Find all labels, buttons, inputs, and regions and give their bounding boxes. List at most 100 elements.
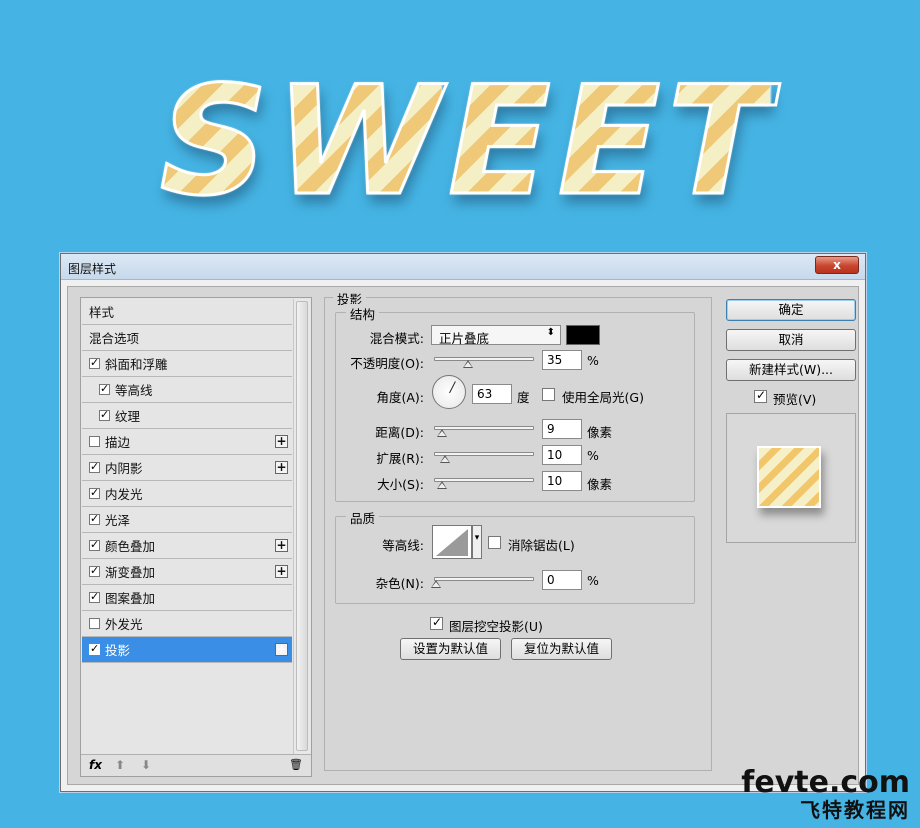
style-list-item-label: 描边 [105,435,131,450]
scrollbar-thumb[interactable] [296,301,308,751]
spread-input[interactable]: 10 [542,445,582,465]
hero-letter: S [160,55,269,229]
blend-mode-select[interactable]: 正片叠底 ⬍ [431,325,561,346]
noise-label: 杂色(N): [375,576,424,591]
opacity-slider[interactable] [434,357,534,368]
style-list-scrollbar[interactable] [293,299,310,755]
noise-slider[interactable] [431,577,534,588]
style-list-item[interactable]: 内阴影 + [82,455,292,481]
style-list-footer: fx ⬆ ⬇ 🗑 [81,754,311,776]
dialog-titlebar[interactable]: 图层样式 x [61,254,865,280]
size-input[interactable]: 10 [542,471,582,491]
style-list-item[interactable]: 等高线 [82,377,292,403]
distance-input[interactable]: 9 [542,419,582,439]
fx-icon[interactable]: fx [89,758,102,772]
add-icon[interactable]: + [275,565,288,578]
style-checkbox[interactable] [89,538,100,551]
angle-input[interactable]: 63 [472,384,512,404]
style-list-item[interactable]: 混合选项 [82,325,292,351]
opacity-input[interactable]: 35 [542,350,582,370]
style-checkbox[interactable] [89,590,100,603]
angle-label: 角度(A): [376,390,424,405]
chevron-down-icon: ▾ [474,533,480,543]
style-list-item[interactable]: 图案叠加 [82,585,292,611]
hero-letter: E [448,55,551,229]
close-button[interactable]: x [815,256,859,274]
size-slider[interactable] [434,478,534,489]
add-icon[interactable]: + [275,643,288,656]
add-icon[interactable]: + [275,435,288,448]
style-list-item[interactable]: 光泽 [82,507,292,533]
contour-dropdown[interactable]: ▾ [472,525,482,559]
style-checkbox[interactable] [89,436,100,447]
drop-shadow-panel: 投影 结构 混合模式: 正片叠底 ⬍ 不透明度(O): 35 % 角度(A): … [324,289,712,771]
quality-title: 品质 [346,508,380,527]
hero-letter: T [667,55,770,229]
spread-unit: % [587,448,599,463]
add-icon[interactable]: + [275,461,288,474]
style-checkbox[interactable] [89,512,100,525]
style-checkbox[interactable] [89,618,100,629]
size-unit: 像素 [587,477,613,492]
style-list-item[interactable]: 描边 + [82,429,292,455]
style-checkbox[interactable] [89,642,100,655]
style-list-item[interactable]: 样式 [82,299,292,325]
style-checkbox[interactable] [99,408,110,421]
ok-button[interactable]: 确定 [726,299,856,321]
style-list-item-label: 投影 [105,643,131,658]
preview-checkbox[interactable] [754,388,767,403]
linear-contour-icon [436,529,468,556]
style-checkbox[interactable] [89,564,100,577]
style-list-item[interactable]: 渐变叠加 + [82,559,292,585]
cancel-button[interactable]: 取消 [726,329,856,351]
slider-knob[interactable] [431,580,441,588]
style-list-item[interactable]: 内发光 [82,481,292,507]
slider-knob[interactable] [463,360,473,368]
style-list: 样式混合选项斜面和浮雕等高线纹理描边 + 内阴影 + 内发光光泽颜色叠加 + 渐变叠加 + 图案… [80,297,312,777]
noise-input[interactable]: 0 [542,570,582,590]
shadow-color-swatch[interactable] [566,325,600,345]
distance-slider[interactable] [434,426,534,437]
add-icon[interactable]: + [275,539,288,552]
style-list-rows: 样式混合选项斜面和浮雕等高线纹理描边 + 内阴影 + 内发光光泽颜色叠加 + 渐变叠加 + 图案… [82,299,292,663]
global-light-checkbox[interactable] [542,388,555,401]
watermark: fevte.com 飞特教程网 [741,768,910,823]
style-list-item[interactable]: 颜色叠加 + [82,533,292,559]
move-up-icon[interactable]: ⬆ [115,758,125,772]
slider-knob[interactable] [437,481,447,489]
style-checkbox[interactable] [89,356,100,369]
slider-knob[interactable] [437,429,447,437]
distance-unit: 像素 [587,425,613,440]
distance-label: 距离(D): [375,425,424,440]
sweet-artwork: S W E E T [160,62,770,222]
watermark-site-name: 飞特教程网 [800,798,910,822]
style-checkbox[interactable] [89,486,100,499]
style-list-item-label: 颜色叠加 [105,539,156,554]
angle-dial[interactable] [432,375,466,409]
style-list-item-label: 光泽 [105,513,131,528]
angle-dial-hand [449,381,456,394]
hero-letter: W [275,55,441,229]
style-list-item[interactable]: 外发光 [82,611,292,637]
make-default-button[interactable]: 设置为默认值 [400,638,501,660]
spread-slider[interactable] [434,452,534,463]
trash-icon[interactable]: 🗑 [289,758,303,771]
layer-style-dialog: 图层样式 x 样式混合选项斜面和浮雕等高线纹理描边 + 内阴影 + 内发光光泽颜色叠加 +… [60,253,866,792]
new-style-button[interactable]: 新建样式(W)... [726,359,856,381]
knockout-checkbox[interactable] [430,615,443,630]
style-list-item[interactable]: 斜面和浮雕 [82,351,292,377]
move-down-icon[interactable]: ⬇ [141,758,151,772]
style-list-item-label: 混合选项 [89,331,140,346]
style-list-item[interactable]: 投影 + [82,637,292,663]
style-list-item[interactable]: 纹理 [82,403,292,429]
style-checkbox[interactable] [99,382,110,395]
reset-default-button[interactable]: 复位为默认值 [511,638,612,660]
style-list-item-label: 外发光 [105,617,143,632]
style-list-item-label: 内发光 [105,487,143,502]
contour-label: 等高线: [382,538,424,553]
style-checkbox[interactable] [89,460,100,473]
antialias-checkbox[interactable] [488,536,501,549]
style-list-item-label: 渐变叠加 [105,565,156,580]
contour-picker[interactable] [432,525,472,559]
slider-knob[interactable] [440,455,450,463]
